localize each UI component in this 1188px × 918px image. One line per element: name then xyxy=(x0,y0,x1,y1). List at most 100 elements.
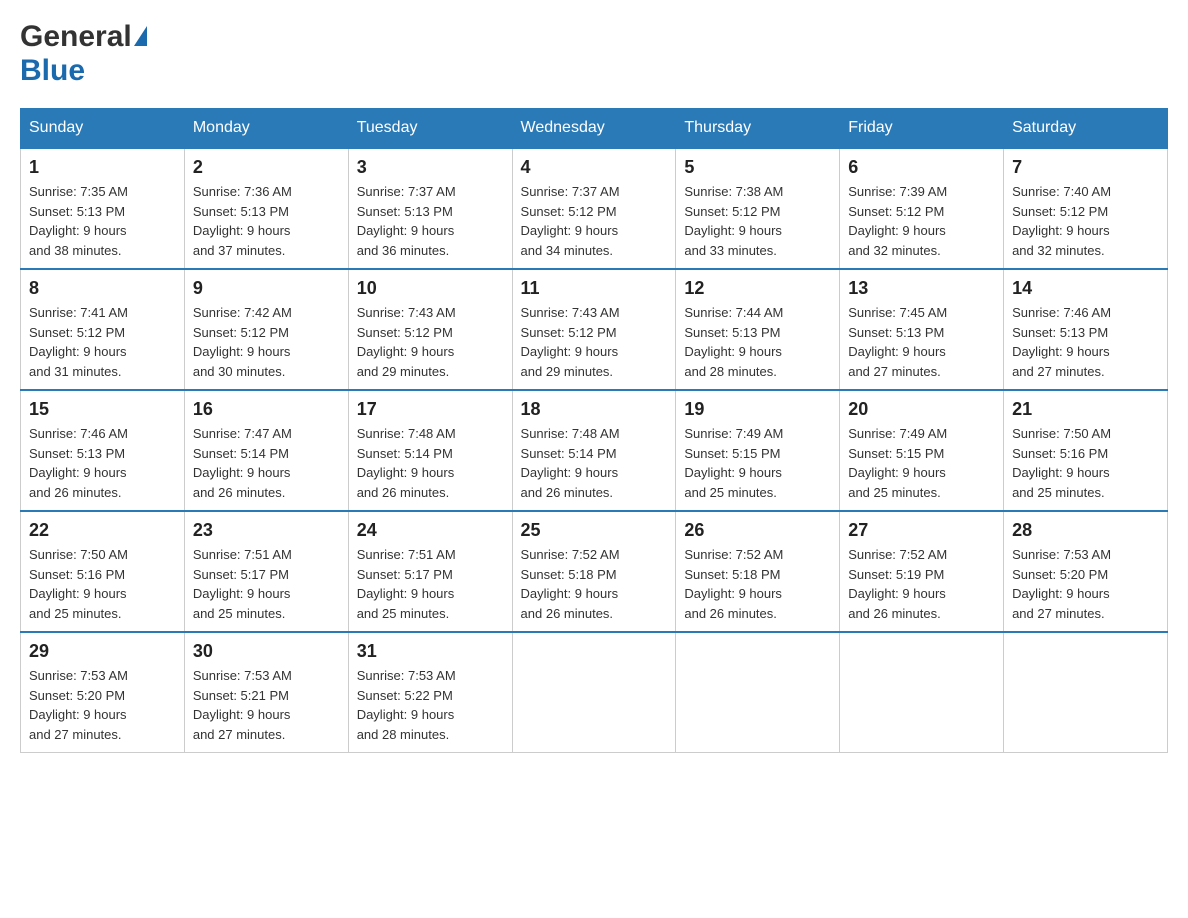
calendar-cell: 15 Sunrise: 7:46 AM Sunset: 5:13 PM Dayl… xyxy=(21,390,185,511)
calendar-cell xyxy=(840,632,1004,753)
calendar-week-3: 15 Sunrise: 7:46 AM Sunset: 5:13 PM Dayl… xyxy=(21,390,1168,511)
day-info: Sunrise: 7:43 AM Sunset: 5:12 PM Dayligh… xyxy=(357,303,504,381)
day-info: Sunrise: 7:43 AM Sunset: 5:12 PM Dayligh… xyxy=(521,303,668,381)
calendar-week-4: 22 Sunrise: 7:50 AM Sunset: 5:16 PM Dayl… xyxy=(21,511,1168,632)
logo-general-text: General xyxy=(20,20,132,54)
day-info: Sunrise: 7:47 AM Sunset: 5:14 PM Dayligh… xyxy=(193,424,340,502)
day-info: Sunrise: 7:48 AM Sunset: 5:14 PM Dayligh… xyxy=(521,424,668,502)
day-info: Sunrise: 7:35 AM Sunset: 5:13 PM Dayligh… xyxy=(29,182,176,260)
logo-blue-text: Blue xyxy=(20,54,85,87)
day-info: Sunrise: 7:46 AM Sunset: 5:13 PM Dayligh… xyxy=(1012,303,1159,381)
day-info: Sunrise: 7:51 AM Sunset: 5:17 PM Dayligh… xyxy=(193,545,340,623)
day-info: Sunrise: 7:53 AM Sunset: 5:21 PM Dayligh… xyxy=(193,666,340,744)
calendar-cell: 18 Sunrise: 7:48 AM Sunset: 5:14 PM Dayl… xyxy=(512,390,676,511)
day-info: Sunrise: 7:53 AM Sunset: 5:22 PM Dayligh… xyxy=(357,666,504,744)
day-info: Sunrise: 7:53 AM Sunset: 5:20 PM Dayligh… xyxy=(1012,545,1159,623)
day-number: 28 xyxy=(1012,520,1159,541)
weekday-header-saturday: Saturday xyxy=(1004,109,1168,149)
logo: General Blue xyxy=(20,20,147,88)
day-number: 3 xyxy=(357,157,504,178)
day-number: 21 xyxy=(1012,399,1159,420)
calendar-cell xyxy=(512,632,676,753)
calendar-week-2: 8 Sunrise: 7:41 AM Sunset: 5:12 PM Dayli… xyxy=(21,269,1168,390)
day-number: 11 xyxy=(521,278,668,299)
day-number: 10 xyxy=(357,278,504,299)
calendar-cell: 13 Sunrise: 7:45 AM Sunset: 5:13 PM Dayl… xyxy=(840,269,1004,390)
calendar-cell: 2 Sunrise: 7:36 AM Sunset: 5:13 PM Dayli… xyxy=(184,148,348,269)
day-number: 15 xyxy=(29,399,176,420)
day-number: 9 xyxy=(193,278,340,299)
day-number: 4 xyxy=(521,157,668,178)
day-number: 25 xyxy=(521,520,668,541)
day-number: 20 xyxy=(848,399,995,420)
day-number: 22 xyxy=(29,520,176,541)
day-info: Sunrise: 7:49 AM Sunset: 5:15 PM Dayligh… xyxy=(684,424,831,502)
day-info: Sunrise: 7:38 AM Sunset: 5:12 PM Dayligh… xyxy=(684,182,831,260)
weekday-header-thursday: Thursday xyxy=(676,109,840,149)
day-number: 27 xyxy=(848,520,995,541)
calendar-cell: 24 Sunrise: 7:51 AM Sunset: 5:17 PM Dayl… xyxy=(348,511,512,632)
day-info: Sunrise: 7:37 AM Sunset: 5:13 PM Dayligh… xyxy=(357,182,504,260)
calendar-week-5: 29 Sunrise: 7:53 AM Sunset: 5:20 PM Dayl… xyxy=(21,632,1168,753)
calendar-cell: 23 Sunrise: 7:51 AM Sunset: 5:17 PM Dayl… xyxy=(184,511,348,632)
calendar-cell: 11 Sunrise: 7:43 AM Sunset: 5:12 PM Dayl… xyxy=(512,269,676,390)
calendar-cell: 26 Sunrise: 7:52 AM Sunset: 5:18 PM Dayl… xyxy=(676,511,840,632)
calendar-cell: 6 Sunrise: 7:39 AM Sunset: 5:12 PM Dayli… xyxy=(840,148,1004,269)
day-info: Sunrise: 7:51 AM Sunset: 5:17 PM Dayligh… xyxy=(357,545,504,623)
day-info: Sunrise: 7:44 AM Sunset: 5:13 PM Dayligh… xyxy=(684,303,831,381)
day-info: Sunrise: 7:49 AM Sunset: 5:15 PM Dayligh… xyxy=(848,424,995,502)
calendar-cell xyxy=(1004,632,1168,753)
calendar-cell: 9 Sunrise: 7:42 AM Sunset: 5:12 PM Dayli… xyxy=(184,269,348,390)
day-info: Sunrise: 7:39 AM Sunset: 5:12 PM Dayligh… xyxy=(848,182,995,260)
calendar-cell: 5 Sunrise: 7:38 AM Sunset: 5:12 PM Dayli… xyxy=(676,148,840,269)
calendar-cell: 16 Sunrise: 7:47 AM Sunset: 5:14 PM Dayl… xyxy=(184,390,348,511)
day-info: Sunrise: 7:50 AM Sunset: 5:16 PM Dayligh… xyxy=(29,545,176,623)
calendar-cell: 28 Sunrise: 7:53 AM Sunset: 5:20 PM Dayl… xyxy=(1004,511,1168,632)
calendar-cell: 10 Sunrise: 7:43 AM Sunset: 5:12 PM Dayl… xyxy=(348,269,512,390)
calendar-cell: 1 Sunrise: 7:35 AM Sunset: 5:13 PM Dayli… xyxy=(21,148,185,269)
calendar-cell: 30 Sunrise: 7:53 AM Sunset: 5:21 PM Dayl… xyxy=(184,632,348,753)
day-info: Sunrise: 7:52 AM Sunset: 5:19 PM Dayligh… xyxy=(848,545,995,623)
day-number: 24 xyxy=(357,520,504,541)
calendar-week-1: 1 Sunrise: 7:35 AM Sunset: 5:13 PM Dayli… xyxy=(21,148,1168,269)
calendar-body: 1 Sunrise: 7:35 AM Sunset: 5:13 PM Dayli… xyxy=(21,148,1168,753)
calendar-cell: 20 Sunrise: 7:49 AM Sunset: 5:15 PM Dayl… xyxy=(840,390,1004,511)
weekday-header-row: SundayMondayTuesdayWednesdayThursdayFrid… xyxy=(21,109,1168,149)
day-info: Sunrise: 7:48 AM Sunset: 5:14 PM Dayligh… xyxy=(357,424,504,502)
logo-triangle-icon xyxy=(134,26,147,46)
weekday-header-monday: Monday xyxy=(184,109,348,149)
day-number: 8 xyxy=(29,278,176,299)
calendar-cell: 7 Sunrise: 7:40 AM Sunset: 5:12 PM Dayli… xyxy=(1004,148,1168,269)
day-number: 17 xyxy=(357,399,504,420)
day-number: 12 xyxy=(684,278,831,299)
day-info: Sunrise: 7:40 AM Sunset: 5:12 PM Dayligh… xyxy=(1012,182,1159,260)
day-info: Sunrise: 7:37 AM Sunset: 5:12 PM Dayligh… xyxy=(521,182,668,260)
day-number: 13 xyxy=(848,278,995,299)
day-number: 19 xyxy=(684,399,831,420)
day-info: Sunrise: 7:45 AM Sunset: 5:13 PM Dayligh… xyxy=(848,303,995,381)
calendar-cell: 29 Sunrise: 7:53 AM Sunset: 5:20 PM Dayl… xyxy=(21,632,185,753)
day-number: 23 xyxy=(193,520,340,541)
day-number: 30 xyxy=(193,641,340,662)
calendar-cell: 17 Sunrise: 7:48 AM Sunset: 5:14 PM Dayl… xyxy=(348,390,512,511)
day-number: 1 xyxy=(29,157,176,178)
calendar-cell: 12 Sunrise: 7:44 AM Sunset: 5:13 PM Dayl… xyxy=(676,269,840,390)
day-number: 26 xyxy=(684,520,831,541)
calendar-header: SundayMondayTuesdayWednesdayThursdayFrid… xyxy=(21,109,1168,149)
weekday-header-tuesday: Tuesday xyxy=(348,109,512,149)
weekday-header-friday: Friday xyxy=(840,109,1004,149)
calendar-cell: 25 Sunrise: 7:52 AM Sunset: 5:18 PM Dayl… xyxy=(512,511,676,632)
day-number: 29 xyxy=(29,641,176,662)
weekday-header-sunday: Sunday xyxy=(21,109,185,149)
calendar-cell xyxy=(676,632,840,753)
calendar-cell: 22 Sunrise: 7:50 AM Sunset: 5:16 PM Dayl… xyxy=(21,511,185,632)
day-number: 14 xyxy=(1012,278,1159,299)
day-info: Sunrise: 7:41 AM Sunset: 5:12 PM Dayligh… xyxy=(29,303,176,381)
calendar-cell: 21 Sunrise: 7:50 AM Sunset: 5:16 PM Dayl… xyxy=(1004,390,1168,511)
day-number: 2 xyxy=(193,157,340,178)
day-info: Sunrise: 7:46 AM Sunset: 5:13 PM Dayligh… xyxy=(29,424,176,502)
day-number: 7 xyxy=(1012,157,1159,178)
calendar-cell: 27 Sunrise: 7:52 AM Sunset: 5:19 PM Dayl… xyxy=(840,511,1004,632)
page-header: General Blue xyxy=(20,20,1168,88)
day-info: Sunrise: 7:52 AM Sunset: 5:18 PM Dayligh… xyxy=(684,545,831,623)
